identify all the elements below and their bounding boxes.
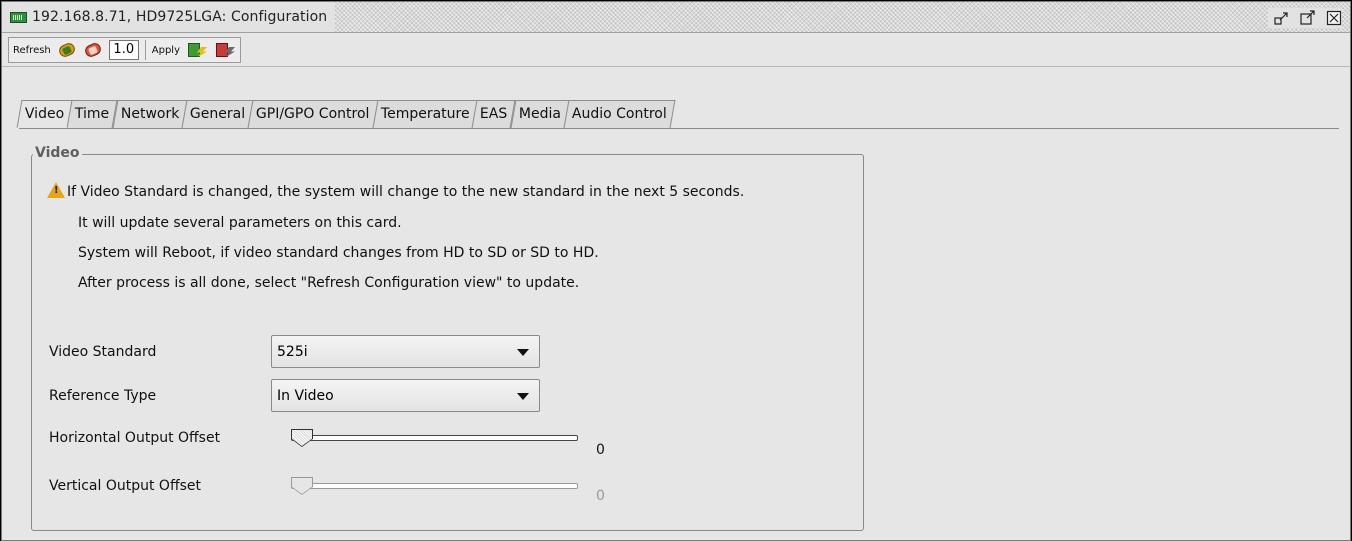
video-standard-select[interactable]: 525i — [271, 335, 540, 368]
tab-temperature[interactable]: Temperature — [372, 100, 478, 128]
refresh-icon[interactable] — [56, 41, 77, 59]
toolbar-group: Refresh 1.0 Apply — [8, 37, 241, 63]
info-message: It will update several parameters on thi… — [78, 215, 402, 231]
tab-audio-control[interactable]: Audio Control — [563, 100, 676, 128]
auto-refresh-icon[interactable] — [82, 41, 103, 59]
horizontal-offset-value: 0 — [596, 442, 605, 458]
apply-label: Apply — [151, 44, 180, 56]
tab-video[interactable]: Video — [16, 100, 73, 128]
tab-eas[interactable]: EAS — [471, 100, 517, 128]
tab-general[interactable]: General — [181, 100, 254, 128]
chevron-down-icon — [517, 393, 529, 400]
video-standard-value: 525i — [277, 343, 308, 360]
info-message: After process is all done, select "Refre… — [78, 275, 580, 291]
reference-type-select[interactable]: In Video — [271, 379, 540, 412]
title-bar[interactable]: 192.168.8.71, HD9725LGA: Configuration — [2, 2, 1350, 33]
vertical-offset-slider[interactable] — [291, 483, 578, 489]
refresh-interval-field[interactable]: 1.0 — [108, 40, 139, 60]
refresh-label: Refresh — [13, 44, 51, 56]
tab-media[interactable]: Media — [510, 100, 570, 128]
title-area: 192.168.8.71, HD9725LGA: Configuration — [2, 2, 336, 32]
maximize-icon[interactable] — [1300, 10, 1316, 26]
reference-type-label: Reference Type — [49, 388, 157, 404]
config-window: 192.168.8.71, HD9725LGA: Configuration R… — [1, 1, 1351, 541]
warning-mark: ! — [54, 185, 59, 196]
horizontal-offset-label: Horizontal Output Offset — [49, 430, 221, 446]
tab-strip: Video Time Network General GPI/GPO Contr… — [16, 100, 676, 128]
chevron-down-icon — [517, 349, 529, 356]
auto-apply-icon[interactable] — [214, 41, 236, 59]
vertical-offset-value: 0 — [596, 488, 605, 504]
info-message: System will Reboot, if video standard ch… — [78, 245, 599, 261]
apply-icon[interactable] — [186, 41, 208, 59]
reference-type-value: In Video — [277, 387, 334, 404]
tab-time[interactable]: Time — [66, 100, 118, 128]
tab-gpi-gpo-control[interactable]: GPI/GPO Control — [247, 100, 379, 128]
horizontal-offset-slider[interactable] — [291, 435, 578, 441]
close-icon[interactable] — [1326, 10, 1342, 26]
window-title: 192.168.8.71, HD9725LGA: Configuration — [32, 9, 328, 25]
card-icon — [10, 11, 27, 23]
panel-title: Video — [33, 145, 82, 161]
vertical-offset-label: Vertical Output Offset — [49, 478, 201, 494]
restore-icon[interactable] — [1274, 10, 1290, 26]
toolbar-separator — [144, 40, 146, 60]
warning-message: If Video Standard is changed, the system… — [67, 184, 745, 200]
video-standard-label: Video Standard — [49, 344, 157, 360]
tab-network[interactable]: Network — [112, 100, 188, 128]
window-controls — [1268, 8, 1342, 28]
tab-divider — [19, 128, 1339, 129]
toolbar: Refresh 1.0 Apply — [2, 33, 1350, 67]
